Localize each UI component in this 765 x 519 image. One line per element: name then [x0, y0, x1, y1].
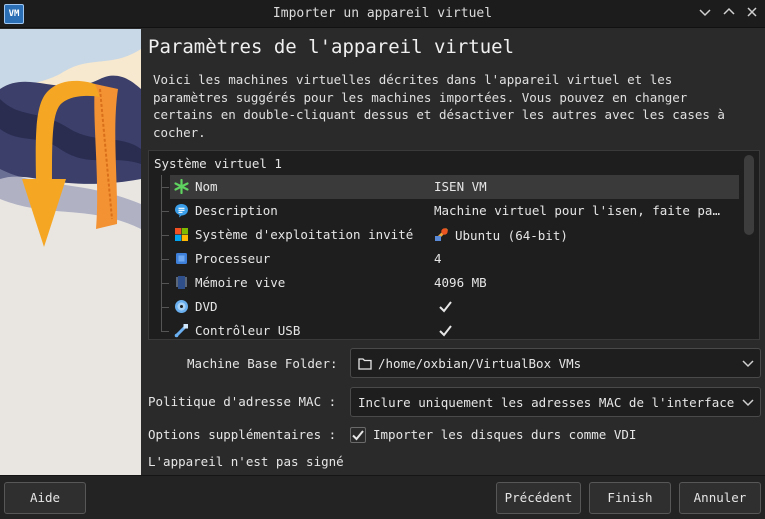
- tree-row-name[interactable]: Nom ISEN VM: [157, 175, 739, 199]
- chevron-down-icon: [742, 396, 754, 408]
- title-bar: VM Importer un appareil virtuel: [0, 0, 765, 28]
- signature-status: L'appareil n'est pas signé: [148, 454, 344, 469]
- tree-root-virtual-system[interactable]: Système virtuel 1: [154, 156, 282, 171]
- chevron-down-icon: [742, 357, 754, 369]
- tree-row-value[interactable]: ISEN VM: [434, 179, 734, 194]
- tree-row-label: Description: [195, 203, 278, 218]
- tree-row-ram[interactable]: Mémoire vive 4096 MB: [157, 271, 739, 295]
- tree-row-label: DVD: [195, 299, 218, 314]
- appliance-settings-tree[interactable]: Système virtuel 1 Nom ISEN VM Descriptio…: [148, 150, 760, 340]
- base-folder-label: Machine Base Folder:: [187, 356, 338, 371]
- tree-scrollbar-thumb[interactable]: [744, 155, 754, 235]
- cancel-button[interactable]: Annuler: [679, 482, 761, 514]
- tree-row-description[interactable]: Description Machine virtuel pour l'isen,…: [157, 199, 739, 223]
- tree-row-guest-os[interactable]: Système d'exploitation invité Ubuntu (64…: [157, 223, 739, 247]
- minimize-button[interactable]: [694, 3, 716, 25]
- window-title: Importer un appareil virtuel: [272, 6, 493, 21]
- base-folder-value: /home/oxbian/VirtualBox VMs: [378, 356, 582, 371]
- usb-checkbox-checked-icon[interactable]: [438, 323, 453, 338]
- name-icon: [174, 179, 189, 194]
- maximize-button[interactable]: [718, 3, 740, 25]
- mac-policy-value: Inclure uniquement les adresses MAC de l…: [358, 395, 735, 410]
- dvd-checkbox-checked-icon[interactable]: [438, 299, 453, 314]
- page-title: Paramètres de l'appareil virtuel: [148, 36, 515, 58]
- tree-row-cpu[interactable]: Processeur 4: [157, 247, 739, 271]
- tree-row-label: Contrôleur USB: [195, 323, 301, 338]
- chevron-down-icon: [699, 9, 711, 17]
- wizard-banner-image: [0, 29, 141, 475]
- tree-row-dvd[interactable]: DVD: [157, 295, 739, 319]
- cpu-icon: [174, 251, 189, 266]
- import-vdi-label[interactable]: Importer les disques durs comme VDI: [373, 427, 636, 442]
- import-vdi-checkbox[interactable]: [350, 427, 366, 443]
- tree-row-usb[interactable]: Contrôleur USB: [157, 319, 739, 339]
- tree-row-label: Mémoire vive: [195, 275, 286, 290]
- back-button[interactable]: Précédent: [496, 482, 581, 514]
- tree-row-label: Système d'exploitation invité: [195, 227, 414, 242]
- mac-policy-select[interactable]: Inclure uniquement les adresses MAC de l…: [350, 387, 761, 417]
- tree-row-value[interactable]: 4096 MB: [434, 275, 734, 290]
- description-icon: [174, 203, 189, 218]
- finish-button[interactable]: Finish: [589, 482, 671, 514]
- dvd-icon: [174, 299, 189, 314]
- checkmark-icon: [352, 430, 364, 441]
- intro-text: Voici les machines virtuelles décrites d…: [153, 72, 725, 140]
- close-button[interactable]: [741, 3, 763, 25]
- tree-row-value[interactable]: 4: [434, 251, 734, 266]
- ubuntu-os-icon: [434, 227, 449, 245]
- tree-row-value[interactable]: Ubuntu (64-bit): [434, 227, 734, 245]
- tree-row-value[interactable]: Machine virtuel pour l'isen, faite pa…: [434, 203, 734, 218]
- tree-row-label: Processeur: [195, 251, 271, 266]
- folder-icon: [358, 357, 372, 373]
- chevron-up-icon: [723, 7, 735, 15]
- usb-icon: [174, 323, 189, 338]
- guest-os-value: Ubuntu (64-bit): [455, 228, 568, 243]
- base-folder-select[interactable]: /home/oxbian/VirtualBox VMs: [350, 348, 761, 378]
- tree-row-label: Nom: [195, 179, 218, 194]
- options-label: Options supplémentaires :: [148, 427, 337, 442]
- ram-icon: [174, 275, 189, 290]
- mac-policy-label: Politique d'adresse MAC :: [148, 394, 337, 409]
- os-icon: [174, 227, 189, 242]
- help-button[interactable]: Aide: [4, 482, 86, 514]
- close-icon: [747, 7, 757, 17]
